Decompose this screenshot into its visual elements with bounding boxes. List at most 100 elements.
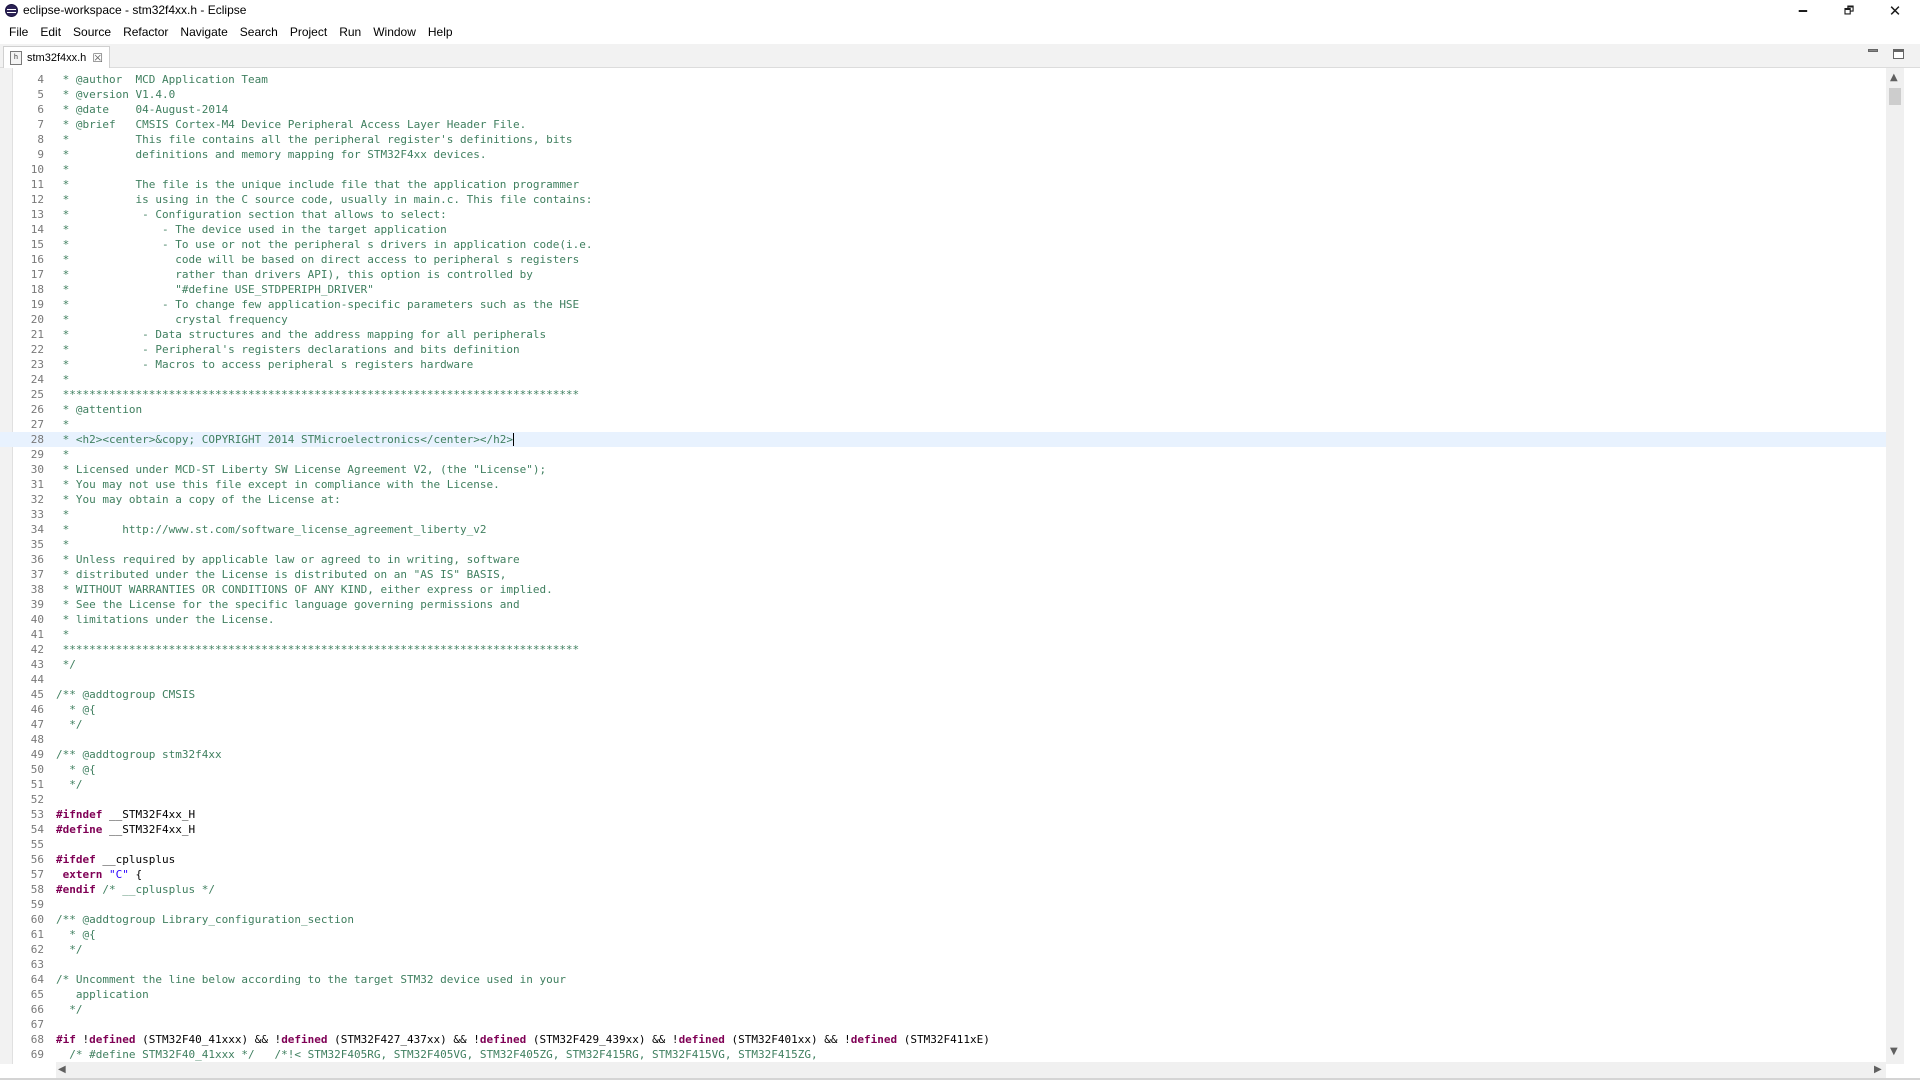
scroll-right-icon[interactable]: ▶ (1874, 1064, 1882, 1075)
menu-help[interactable]: Help (422, 22, 459, 42)
code-line[interactable]: 22 * - Peripheral's registers declaratio… (0, 342, 1886, 357)
code-line[interactable]: 29 * (0, 447, 1886, 462)
code-line[interactable]: 55 (0, 837, 1886, 852)
code-line[interactable]: 40 * limitations under the License. (0, 612, 1886, 627)
line-number: 37 (30, 568, 44, 581)
code-line[interactable]: 5 * @version V1.4.0 (0, 87, 1886, 102)
code-line[interactable]: 38 * WITHOUT WARRANTIES OR CONDITIONS OF… (0, 582, 1886, 597)
code-editor[interactable]: 4 * @author MCD Application Team 5 * @ver… (0, 68, 1920, 1080)
code-line[interactable]: 26 * @attention (0, 402, 1886, 417)
minimize-button[interactable]: 🗕 (1780, 0, 1826, 22)
code-line[interactable]: 47 */ (0, 717, 1886, 732)
view-minimize-icon[interactable] (1868, 49, 1878, 52)
scroll-left-icon[interactable]: ◀ (58, 1064, 66, 1075)
code-line[interactable]: 53 #ifndef __STM32F4xx_H (0, 807, 1886, 822)
scroll-down-icon[interactable]: ▼ (1890, 1046, 1898, 1057)
code-line[interactable]: 44 (0, 672, 1886, 687)
menu-window[interactable]: Window (367, 22, 422, 42)
code-line[interactable]: 39 * See the License for the specific la… (0, 597, 1886, 612)
code-token: * - Data structures and the address mapp… (56, 328, 547, 341)
editor-tab-stm32f4xx[interactable]: h stm32f4xx.h ☒ (3, 46, 111, 68)
code-line[interactable]: 63 (0, 957, 1886, 972)
scroll-up-icon[interactable]: ▲ (1890, 72, 1898, 83)
code-line[interactable]: 34 * http://www.st.com/software_license_… (0, 522, 1886, 537)
code-line[interactable]: 18 * "#define USE_STDPERIPH_DRIVER" (0, 282, 1886, 297)
menu-source[interactable]: Source (67, 22, 117, 42)
code-line[interactable]: 52 (0, 792, 1886, 807)
code-line[interactable]: 46 * @{ (0, 702, 1886, 717)
restore-button[interactable]: 🗗 (1826, 0, 1872, 22)
code-token: extern (56, 868, 109, 881)
code-line[interactable]: 56 #ifdef __cplusplus (0, 852, 1886, 867)
menu-navigate[interactable]: Navigate (174, 22, 233, 42)
view-maximize-icon[interactable] (1893, 49, 1904, 59)
code-line[interactable]: 13 * - Configuration section that allows… (0, 207, 1886, 222)
code-line[interactable]: 15 * - To use or not the peripherals dr… (0, 237, 1886, 252)
code-line[interactable]: 17 * rather than drivers API), this opti… (0, 267, 1886, 282)
code-line[interactable]: 60 /** @addtogroup Library_configuration_… (0, 912, 1886, 927)
code-line[interactable]: 69 /* #define STM32F40_41xxx */ /*!< STM… (0, 1047, 1886, 1062)
code-line[interactable]: 12 * is using in the C source code, usua… (0, 192, 1886, 207)
vertical-scroll-thumb[interactable] (1889, 88, 1901, 105)
code-line[interactable]: 21 * - Data structures and the address m… (0, 327, 1886, 342)
code-line[interactable]: 20 * crystal frequency (0, 312, 1886, 327)
menu-search[interactable]: Search (234, 22, 284, 42)
code-line[interactable]: 6 * @date 04-August-2014 (0, 102, 1886, 117)
code-line[interactable]: 49 /** @addtogroup stm32f4xx (0, 747, 1886, 762)
code-line[interactable]: 30 * Licensed under MCD-ST Liberty SW Li… (0, 462, 1886, 477)
tab-close-icon[interactable]: ☒ (92, 51, 103, 65)
code-line[interactable]: 11 * The file is the unique include file… (0, 177, 1886, 192)
code-line[interactable]: 65 application (0, 987, 1886, 1002)
code-line[interactable]: 61 * @{ (0, 927, 1886, 942)
menu-file[interactable]: File (3, 22, 34, 42)
line-number: 32 (30, 493, 44, 506)
code-line[interactable]: 50 * @{ (0, 762, 1886, 777)
code-line[interactable]: 43 */ (0, 657, 1886, 672)
code-line[interactable]: 54 #define __STM32F4xx_H (0, 822, 1886, 837)
code-line[interactable]: 45 /** @addtogroup CMSIS (0, 687, 1886, 702)
code-line[interactable]: 32 * You may obtain a copy of the Licens… (0, 492, 1886, 507)
code-line[interactable]: 66 */ (0, 1002, 1886, 1017)
menu-edit[interactable]: Edit (34, 22, 67, 42)
code-line[interactable]: 23 * - Macros to access peripherals reg… (0, 357, 1886, 372)
code-line[interactable]: 67 (0, 1017, 1886, 1032)
code-line[interactable]: 7 * @brief CMSIS Cortex-M4 Device Periph… (0, 117, 1886, 132)
code-line[interactable]: 24 * (0, 372, 1886, 387)
code-line[interactable]: 10 * (0, 162, 1886, 177)
code-line[interactable]: 64 /* Uncomment the line below according … (0, 972, 1886, 987)
code-line[interactable]: 59 (0, 897, 1886, 912)
vertical-scrollbar[interactable] (1886, 68, 1904, 1064)
code-line[interactable]: 35 * (0, 537, 1886, 552)
code-line[interactable]: 37 * distributed under the License is di… (0, 567, 1886, 582)
menu-project[interactable]: Project (284, 22, 333, 42)
code-line[interactable]: 42 *************************************… (0, 642, 1886, 657)
code-line[interactable]: 51 */ (0, 777, 1886, 792)
code-line[interactable]: 4 * @author MCD Application Team (0, 72, 1886, 87)
code-line[interactable]: 16 * code will be based on direct access… (0, 252, 1886, 267)
code-line[interactable]: 9 * definitions and memory mapping for S… (0, 147, 1886, 162)
code-line[interactable]: 36 * Unless required by applicable law o… (0, 552, 1886, 567)
code-text: * @date 04-August-2014 (56, 102, 229, 117)
code-token: * (56, 418, 70, 431)
code-line[interactable]: 19 * - To change few application-specifi… (0, 297, 1886, 312)
code-line[interactable]: 68 #if !defined (STM32F40_41xxx) && !defi… (0, 1032, 1886, 1047)
code-text: #ifndef __STM32F4xx_H (56, 807, 195, 822)
code-line[interactable]: 27 * (0, 417, 1886, 432)
code-line[interactable]: 8 * This file contains all the periphera… (0, 132, 1886, 147)
code-line[interactable]: 31 * You may not use this file except in… (0, 477, 1886, 492)
menu-refactor[interactable]: Refactor (117, 22, 174, 42)
code-line[interactable]: 62 */ (0, 942, 1886, 957)
line-number: 67 (30, 1018, 44, 1031)
code-line[interactable]: 25 *************************************… (0, 387, 1886, 402)
code-line[interactable]: 33 * (0, 507, 1886, 522)
code-line[interactable]: 41 * (0, 627, 1886, 642)
code-line[interactable]: 14 * - The device used in the target app… (0, 222, 1886, 237)
menu-run[interactable]: Run (333, 22, 367, 42)
code-line[interactable]: 58 #endif /* __cplusplus */ (0, 882, 1886, 897)
horizontal-scrollbar[interactable] (56, 1062, 1886, 1078)
line-number: 49 (30, 748, 44, 761)
code-line[interactable]: 57 extern "C" { (0, 867, 1886, 882)
close-window-button[interactable]: ✕ (1872, 0, 1918, 22)
code-line[interactable]: 48 (0, 732, 1886, 747)
code-line[interactable]: 28 * <h2><center>&copy; COPYRIGHT 2014 S… (0, 432, 1886, 447)
